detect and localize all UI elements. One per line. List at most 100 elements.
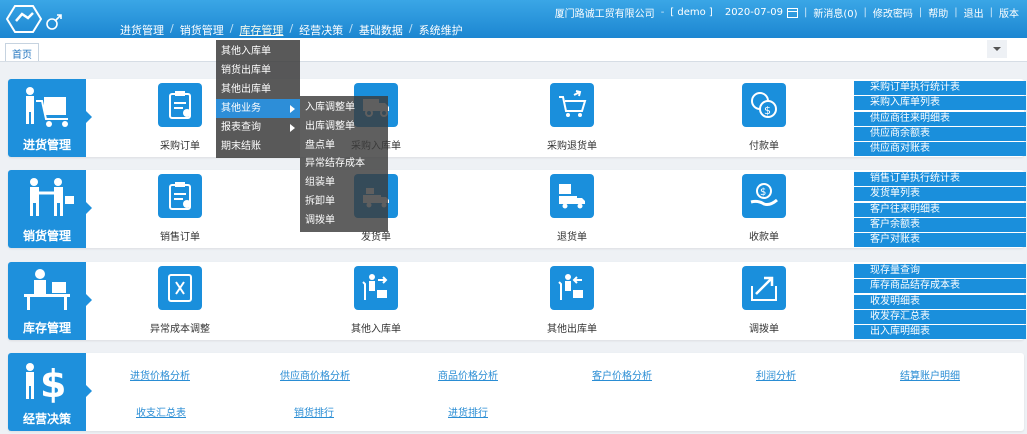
other-outbound-button[interactable]: 其他出库单 <box>532 266 612 335</box>
clipboard-icon <box>169 91 191 119</box>
sales-order-button[interactable]: 销售订单 <box>140 174 220 243</box>
return-button[interactable]: 退货单 <box>532 174 612 243</box>
report-link[interactable]: 供应商对账表 <box>854 142 1026 157</box>
messages-link[interactable]: 新消息(0) <box>813 5 857 20</box>
change-password-link[interactable]: 修改密码 <box>873 5 913 20</box>
svg-text:$: $ <box>40 362 66 403</box>
report-link[interactable]: 供应商余额表 <box>854 126 1026 141</box>
current-date: 2020-07-09 <box>724 7 783 18</box>
purchase-price-analysis-link[interactable]: 进货价格分析 <box>130 367 190 382</box>
tab-dropdown-icon[interactable] <box>987 40 1007 58</box>
hand-truck-in-icon <box>362 274 388 300</box>
report-link[interactable]: 客户往来明细表 <box>854 202 1026 217</box>
submenu-item[interactable]: 拆卸单 <box>300 192 388 211</box>
version-link[interactable]: 版本 <box>999 5 1019 20</box>
cart-icon <box>559 90 587 117</box>
menu-item-other-business[interactable]: 其他业务 <box>216 99 300 118</box>
report-link[interactable]: 采购订单执行统计表 <box>854 81 1026 95</box>
nav-basic-data[interactable]: 基础数据 <box>357 22 405 38</box>
analysis-side: $ 经营决策 <box>8 353 92 431</box>
inventory-dropdown-menu: 其他入库单 销货出库单 其他出库单 其他业务 报表查询 期末结账 <box>216 40 300 158</box>
sales-report-links: 销售订单执行统计表 发货单列表 客户往来明细表 客户余额表 客户对账表 <box>854 172 1026 248</box>
profit-analysis-link[interactable]: 利润分析 <box>756 367 796 382</box>
top-bar: 厦门路诚工贸有限公司 - [ demo ] 2020-07-09 | 新消息(0… <box>554 5 1019 20</box>
income-expense-summary-link[interactable]: 收支汇总表 <box>136 404 186 419</box>
report-link[interactable]: 采购入库单列表 <box>854 96 1026 111</box>
report-link[interactable]: 现存量查询 <box>854 264 1026 278</box>
satellite-icon[interactable] <box>44 12 64 32</box>
submenu-item[interactable]: 入库调整单 <box>300 98 388 117</box>
help-link[interactable]: 帮助 <box>928 5 948 20</box>
menu-item[interactable]: 其他出库单 <box>216 80 300 99</box>
report-link[interactable]: 收发存汇总表 <box>854 309 1026 324</box>
purchase-return-button[interactable]: 采购退货单 <box>532 83 612 152</box>
nav-purchase[interactable]: 进货管理 <box>118 22 166 38</box>
supplier-price-analysis-link[interactable]: 供应商价格分析 <box>280 367 350 382</box>
payment-button[interactable]: $ 付款单 <box>724 83 804 152</box>
return-truck-icon <box>559 184 585 209</box>
sales-panel: 销货管理 销售订单 发货单 退货单 $ 收款单 销售订单执行统计表 发货单列表 … <box>8 170 1026 248</box>
settlement-account-detail-link[interactable]: 结算账户明细 <box>900 367 960 382</box>
report-link[interactable]: 出入库明细表 <box>854 325 1026 340</box>
other-inbound-button[interactable]: 其他入库单 <box>336 266 416 335</box>
sales-title: 销货管理 <box>22 229 71 243</box>
logout-link[interactable]: 退出 <box>964 5 984 20</box>
svg-text:$: $ <box>760 187 766 198</box>
submenu-item[interactable]: 组装单 <box>300 173 388 192</box>
submenu-arrow-icon <box>290 124 295 132</box>
other-business-submenu: 入库调整单 出库调整单 盘点单 异常结存成本 组装单 拆卸单 调拨单 <box>300 96 388 232</box>
inventory-panel: 库存管理 异常成本调整 其他入库单 其他出库单 调拨单 现存量查询 库存商品结存… <box>8 262 1026 340</box>
hand-coin-icon: $ <box>750 183 778 206</box>
report-link[interactable]: 库存商品结存成本表 <box>854 279 1026 294</box>
report-link[interactable]: 收发明细表 <box>854 294 1026 309</box>
analysis-title: 经营决策 <box>22 412 71 426</box>
nav-inventory[interactable]: 库存管理 <box>237 22 285 38</box>
user-name: [ demo ] <box>670 7 713 18</box>
tab-home[interactable]: 首页 <box>5 43 39 61</box>
document-box-icon <box>168 274 192 302</box>
submenu-item[interactable]: 盘点单 <box>300 136 388 155</box>
purchase-report-links: 采购订单执行统计表 采购入库单列表 供应商往来明细表 供应商余额表 供应商对账表 <box>854 81 1026 157</box>
submenu-item[interactable]: 调拨单 <box>300 211 388 230</box>
nav-system[interactable]: 系统维护 <box>417 22 465 38</box>
report-link[interactable]: 客户余额表 <box>854 217 1026 232</box>
menu-item[interactable]: 其他入库单 <box>216 42 300 61</box>
nav-sales[interactable]: 销货管理 <box>178 22 226 38</box>
sales-ranking-link[interactable]: 销货排行 <box>294 404 334 419</box>
transfer-button[interactable]: 调拨单 <box>724 266 804 335</box>
inventory-report-links: 现存量查询 库存商品结存成本表 收发明细表 收发存汇总表 出入库明细表 <box>854 264 1026 340</box>
calendar-icon[interactable] <box>786 7 798 18</box>
submenu-item[interactable]: 出库调整单 <box>300 117 388 136</box>
purchase-order-button[interactable]: 采购订单 <box>140 83 220 152</box>
menu-item-report-query[interactable]: 报表查询 <box>216 118 300 137</box>
menu-item[interactable]: 期末结账 <box>216 137 300 156</box>
sales-side: 销货管理 <box>8 170 92 248</box>
report-link[interactable]: 销售订单执行统计表 <box>854 172 1026 186</box>
report-link[interactable]: 发货单列表 <box>854 187 1026 202</box>
purchase-panel: 进货管理 采购订单 采购入库单 采购退货单 $ 付款单 采购订单执行统计表 采购… <box>8 79 1026 157</box>
abnormal-cost-adjust-button[interactable]: 异常成本调整 <box>140 266 220 335</box>
purchase-ranking-link[interactable]: 进货排行 <box>448 404 488 419</box>
company-logo-icon <box>6 5 42 33</box>
submenu-arrow-icon <box>290 105 295 113</box>
menu-item[interactable]: 销货出库单 <box>216 61 300 80</box>
product-price-analysis-link[interactable]: 商品价格分析 <box>438 367 498 382</box>
nav-decision[interactable]: 经营决策 <box>297 22 345 38</box>
report-link[interactable]: 供应商往来明细表 <box>854 111 1026 126</box>
company-name: 厦门路诚工贸有限公司 <box>554 9 655 20</box>
desk-worker-icon <box>24 269 70 310</box>
dollar-person-icon: $ <box>26 362 66 403</box>
submenu-item[interactable]: 异常结存成本 <box>300 154 388 173</box>
transfer-arrow-icon <box>751 276 777 301</box>
customer-price-analysis-link[interactable]: 客户价格分析 <box>592 367 652 382</box>
analysis-panel: $ 经营决策 进货价格分析 供应商价格分析 商品价格分析 客户价格分析 利润分析… <box>8 353 1024 431</box>
receipt-button[interactable]: $ 收款单 <box>724 174 804 243</box>
coins-icon: $ <box>751 92 777 118</box>
purchase-side: 进货管理 <box>8 79 92 157</box>
main-nav: 进货管理 / 销货管理 / 库存管理 / 经营决策 / 基础数据 / 系统维护 <box>118 22 465 38</box>
svg-text:$: $ <box>764 104 771 117</box>
app-header: 进货管理 / 销货管理 / 库存管理 / 经营决策 / 基础数据 / 系统维护 … <box>0 0 1027 38</box>
report-link[interactable]: 客户对账表 <box>854 233 1026 248</box>
clipboard-icon <box>169 182 191 210</box>
shopping-cart-person-icon <box>26 87 68 127</box>
